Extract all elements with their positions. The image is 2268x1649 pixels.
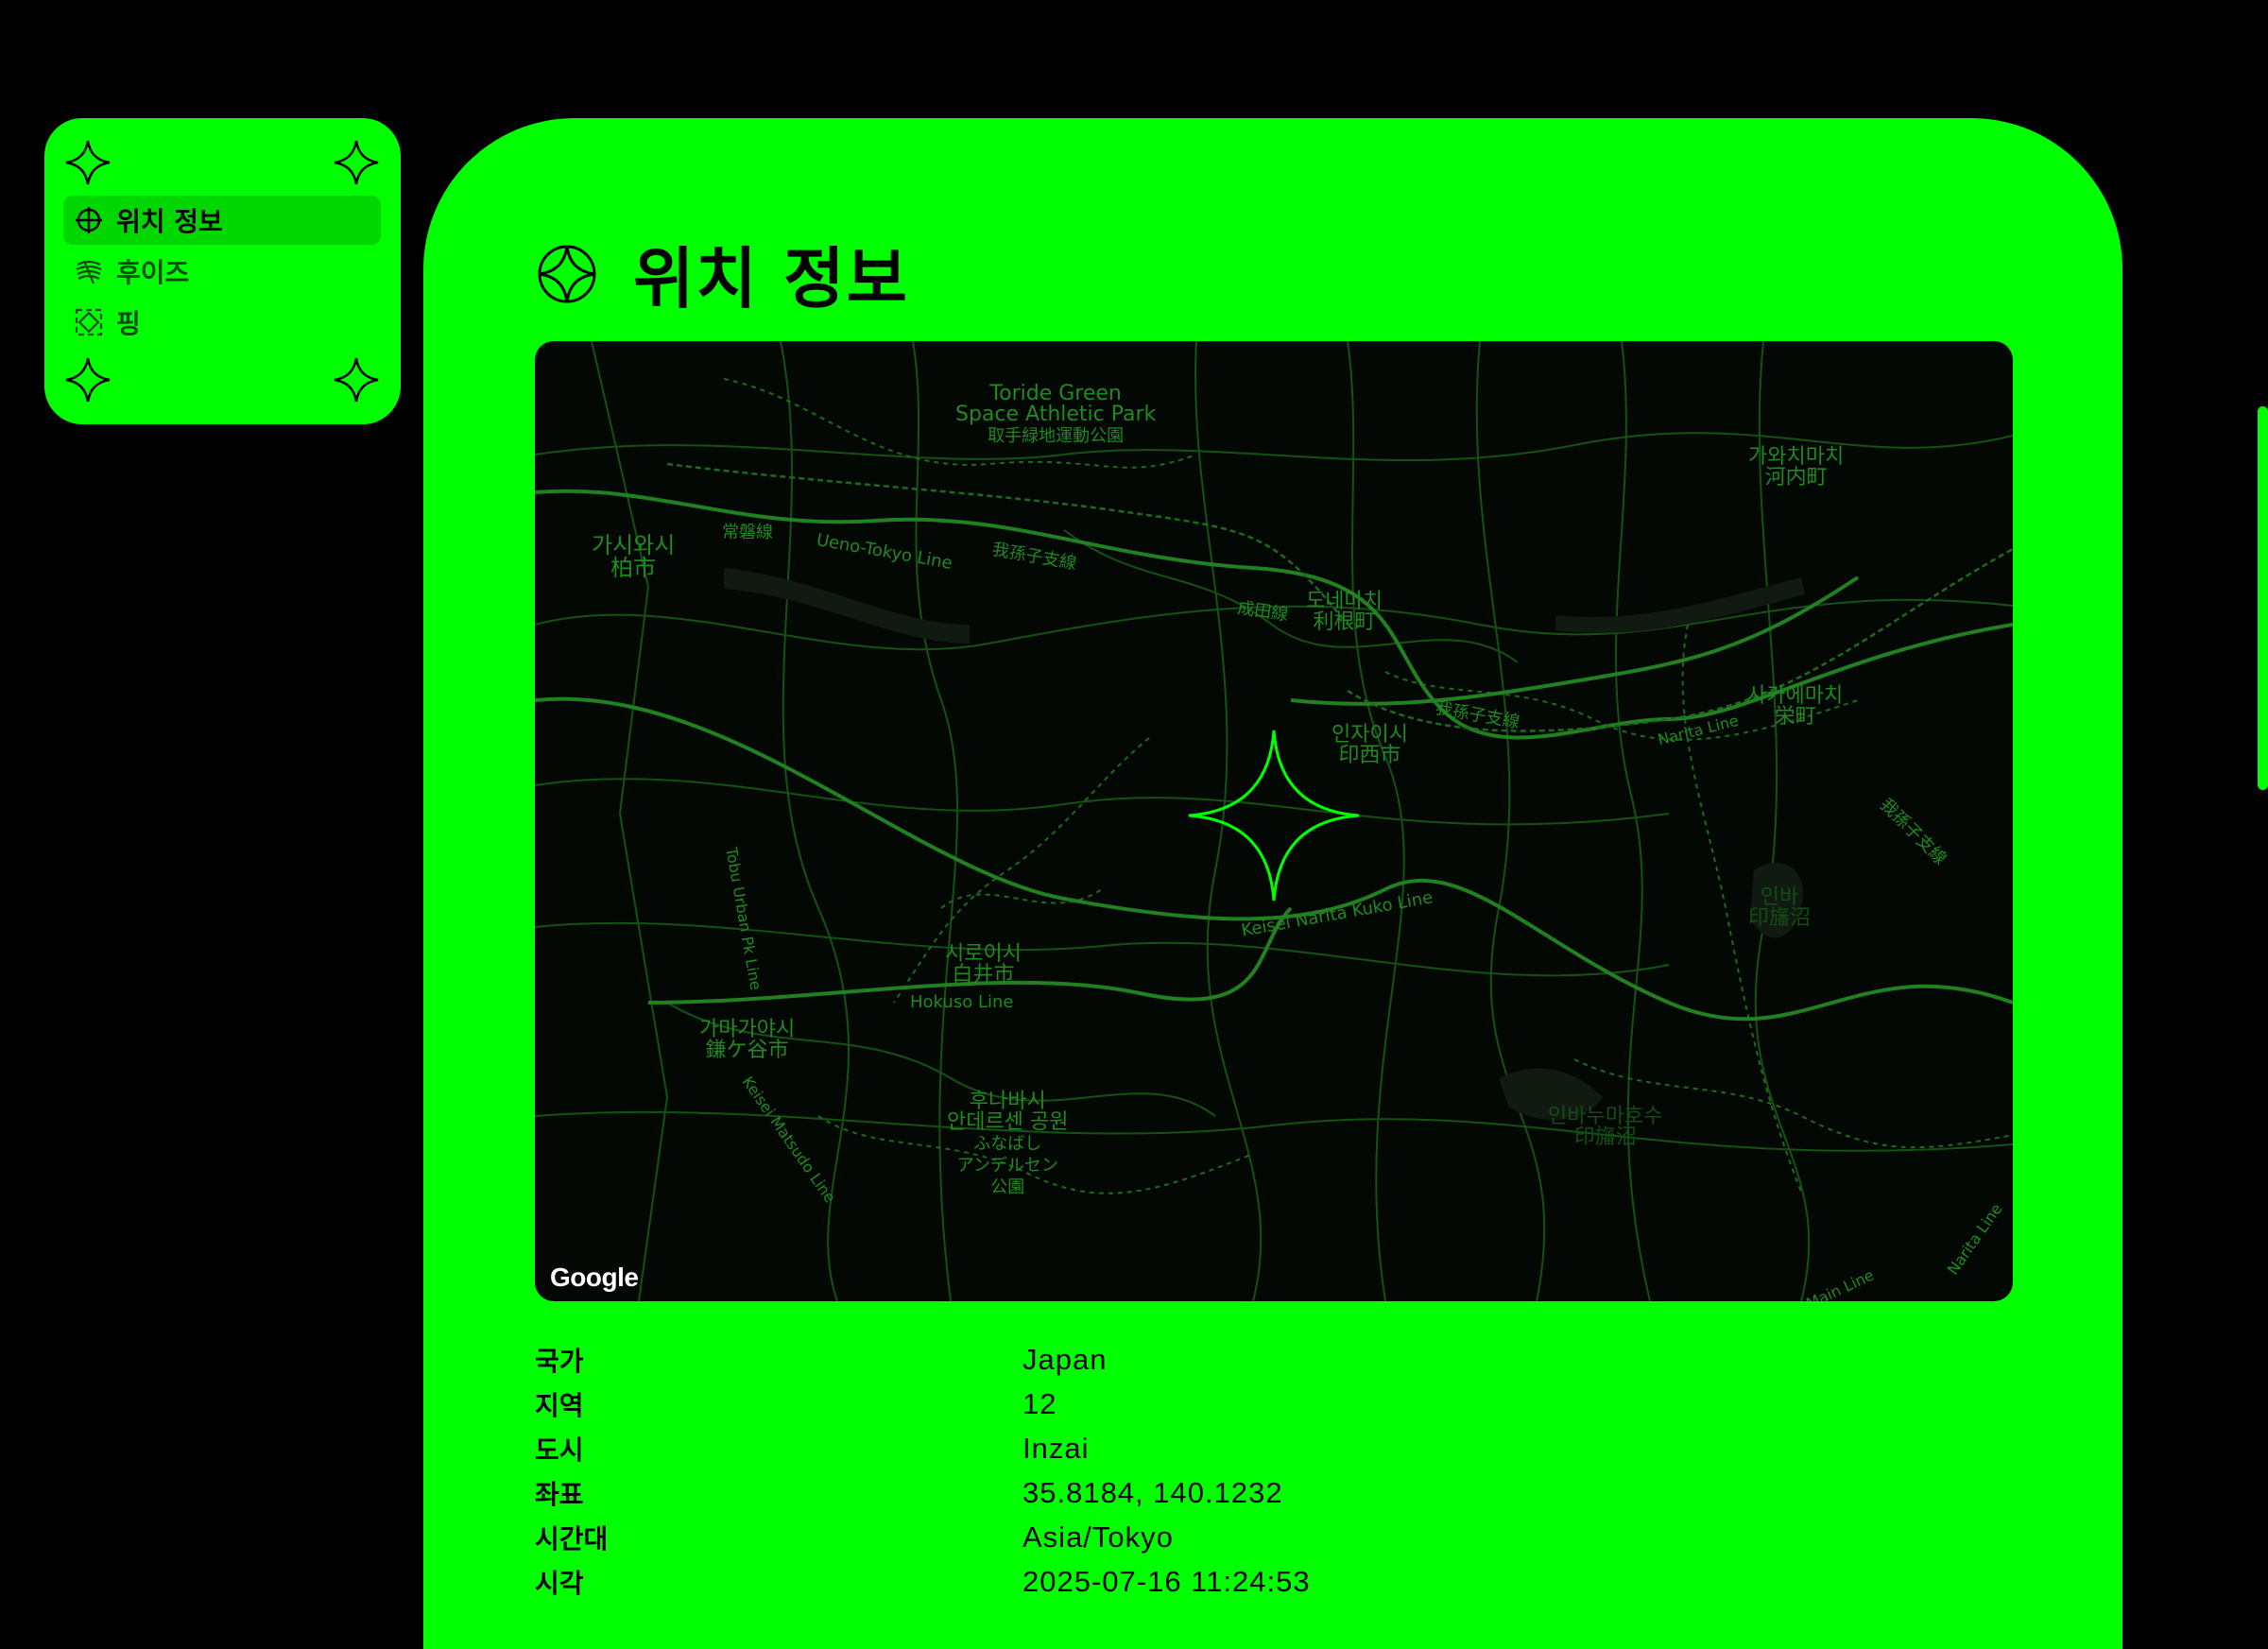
map-label-city: 가시와시 柏市 xyxy=(592,532,676,581)
map-label-lake: 인바누마호수 印旛沼 xyxy=(1548,1105,1663,1149)
info-value: Inzai xyxy=(1022,1431,1090,1465)
sidebar-nav: 위치 정보 후이즈 핑 xyxy=(63,196,381,349)
sparkle-icon xyxy=(333,356,380,404)
info-key: 도시 xyxy=(535,1434,584,1466)
map-attribution: Google xyxy=(550,1263,639,1292)
info-row-timezone: 시간대 Asia/Tokyo xyxy=(535,1515,2013,1559)
info-key: 국가 xyxy=(535,1345,584,1377)
sidebar-item-whois[interactable]: 후이즈 xyxy=(63,247,381,296)
sparkle-icon xyxy=(64,356,112,404)
map-label-city: 가마가야시 鎌ケ谷市 xyxy=(699,1018,796,1062)
info-value: 35.8184, 140.1232 xyxy=(1022,1475,1283,1509)
map-label-park: 후나바시 안데르센 공원 ふなばし アンデルセン 公園 xyxy=(947,1090,1069,1198)
info-key: 시각 xyxy=(535,1567,584,1599)
crosshair-icon xyxy=(535,242,599,306)
sidebar-item-label: 위치 정보 xyxy=(116,206,223,237)
info-row-country: 국가 Japan xyxy=(535,1337,2013,1382)
map-label-city: 사카에마치 栄町 xyxy=(1747,684,1844,729)
info-row-coordinates: 좌표 35.8184, 140.1232 xyxy=(535,1470,2013,1515)
sparkle-icon xyxy=(64,139,112,186)
sidebar-item-label: 후이즈 xyxy=(116,257,190,288)
map-label-rail: Hokuso Line xyxy=(910,992,1014,1012)
location-map[interactable]: Toride Green Space Athletic Park 取手緑地運動公園 … xyxy=(535,341,2013,1301)
sparkle-icon xyxy=(333,139,380,186)
info-value: Asia/Tokyo xyxy=(1022,1520,1174,1554)
info-value: 2025-07-16 11:24:53 xyxy=(1022,1564,1311,1598)
info-row-time: 시각 2025-07-16 11:24:53 xyxy=(535,1559,2013,1604)
main-card: 위치 정보 Toride Green Space Athletic Park 取… xyxy=(423,118,2122,1649)
info-value: 12 xyxy=(1022,1386,1057,1420)
scrollbar-thumb[interactable] xyxy=(2258,406,2268,790)
info-row-region: 지역 12 xyxy=(535,1382,2013,1426)
info-key: 좌표 xyxy=(535,1478,584,1510)
map-label-lake: 인바 印旛沼 xyxy=(1748,885,1812,930)
location-info-table: 국가 Japan 지역 12 도시 Inzai 좌표 35.8184, 140.… xyxy=(535,1337,2013,1604)
map-label-park: Toride Green Space Athletic Park 取手緑地運動公園 xyxy=(955,382,1157,447)
info-row-city: 도시 Inzai xyxy=(535,1426,2013,1470)
ping-icon xyxy=(75,308,103,336)
map-label-city: 가와치마치 河内町 xyxy=(1748,445,1845,490)
sidebar: 위치 정보 후이즈 핑 xyxy=(44,118,401,424)
info-key: 시간대 xyxy=(535,1522,609,1555)
sidebar-item-ping[interactable]: 핑 xyxy=(63,298,381,347)
crosshair-icon xyxy=(75,206,103,234)
fingerprint-icon xyxy=(75,257,103,285)
sidebar-item-label: 핑 xyxy=(116,308,141,339)
page-title: 위치 정보 xyxy=(633,240,909,318)
location-marker-icon xyxy=(1185,727,1363,904)
sidebar-item-location[interactable]: 위치 정보 xyxy=(63,196,381,245)
page-header: 위치 정보 xyxy=(535,226,909,321)
info-key: 지역 xyxy=(535,1389,584,1421)
info-value: Japan xyxy=(1022,1342,1108,1376)
map-label-rail: 常磐線 xyxy=(722,523,773,542)
map-label-city: 도네마치 利根町 xyxy=(1306,590,1383,634)
map-label-city: 시로이시 白井市 xyxy=(945,942,1022,987)
